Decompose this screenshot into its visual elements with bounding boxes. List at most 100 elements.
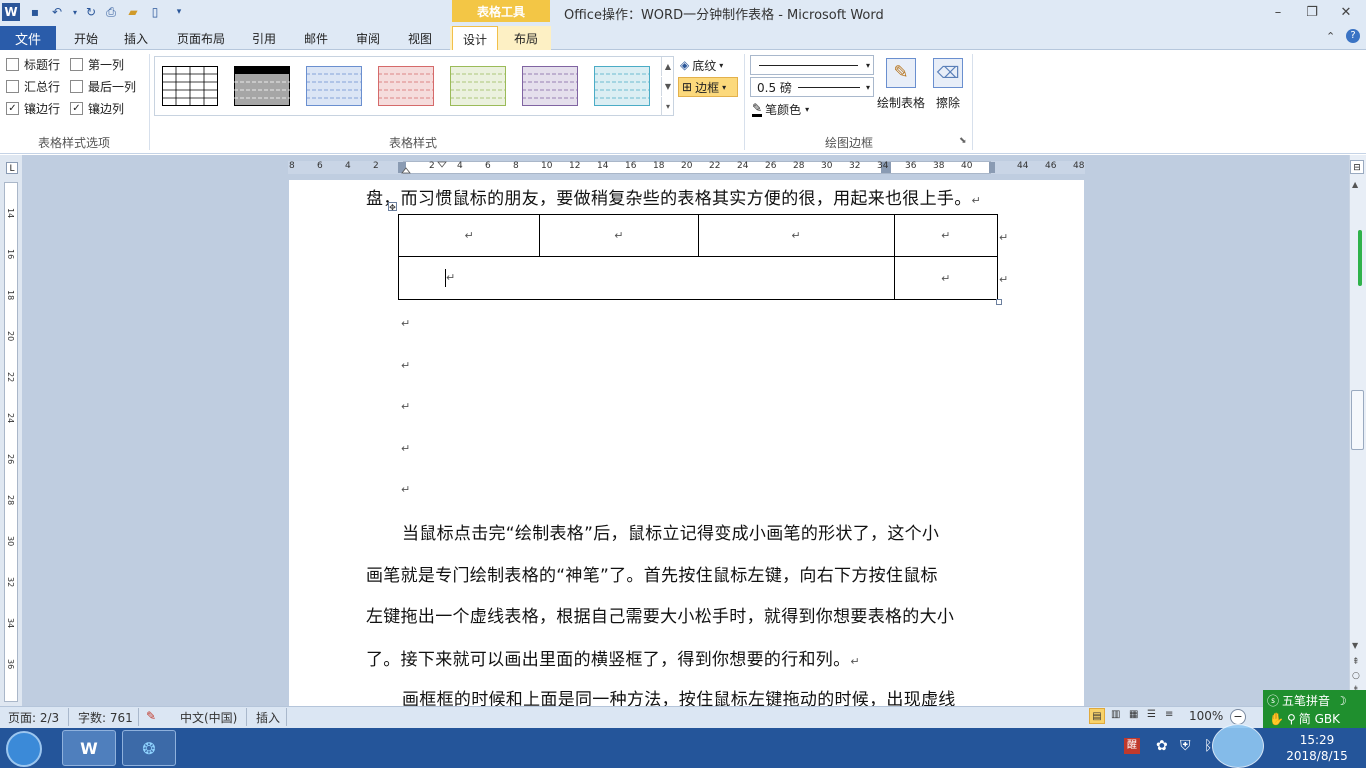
print-icon[interactable]: ⎙ (102, 3, 120, 21)
word-count-status[interactable]: 字数: 761 (78, 709, 133, 726)
redo-icon[interactable]: ↻ (82, 3, 100, 21)
tray-app-icon[interactable]: 醒 (1124, 738, 1140, 754)
view-ruler-icon[interactable]: ⊟ (1350, 160, 1364, 174)
zoom-level[interactable]: 100% (1189, 709, 1223, 723)
browse-object-icon[interactable]: ○ (1352, 671, 1360, 681)
table-cell-merged[interactable]: ↵ (398, 256, 895, 300)
banded-columns-checkbox[interactable]: ✓ 镶边列 (70, 99, 124, 117)
ruler-tick-label: 28 (793, 161, 805, 171)
line-style-combo[interactable]: ▾ (750, 55, 874, 75)
header-row-checkbox[interactable]: 标题行 (6, 55, 60, 73)
draw-table-button[interactable]: ✎ 绘制表格 (876, 58, 926, 110)
web-layout-icon[interactable]: ▦ (1129, 709, 1138, 720)
first-column-checkbox[interactable]: 第一列 (70, 55, 124, 73)
tab-layout[interactable]: 布局 (504, 26, 548, 50)
scroll-down-icon[interactable]: ▼ (1352, 641, 1358, 650)
empty-paragraph-mark: ↵ (401, 359, 411, 372)
ruler-tick-label: 24 (6, 413, 15, 424)
total-row-check (6, 79, 19, 93)
gallery-more-icon[interactable]: ▾ (661, 97, 674, 116)
paragraph-mark: ↵ (850, 655, 860, 668)
tab-home[interactable]: 开始 (64, 26, 108, 50)
shading-button[interactable]: ◈ 底纹 ▾ (680, 55, 738, 75)
ruler-tick-label: 36 (6, 659, 15, 670)
tab-view[interactable]: 视图 (398, 26, 442, 50)
banded-rows-checkbox[interactable]: ✓ 镶边行 (6, 99, 60, 117)
save-icon[interactable]: ▪ (26, 3, 44, 21)
page-count-status[interactable]: 页面: 2/3 (8, 709, 59, 726)
undo-icon[interactable]: ↶ (48, 3, 66, 21)
line-text: 了。接下来就可以画出里面的横竖框了，得到你想要的行和列。 (366, 650, 851, 670)
tray-network-icon[interactable]: ✿ (1156, 738, 1168, 754)
table-resize-handle-icon[interactable] (996, 299, 1002, 305)
minimize-button[interactable]: – (1264, 3, 1292, 21)
scroll-up-icon[interactable]: ▲ (1352, 180, 1358, 189)
status-divider (138, 708, 139, 726)
ime-moon-icon: ☽ (1336, 694, 1347, 708)
taskbar-word[interactable]: W (62, 730, 116, 766)
ruler-tick-label: 38 (933, 161, 945, 171)
language-status[interactable]: 中文(中国) (180, 709, 237, 726)
tab-mailings[interactable]: 邮件 (294, 26, 338, 50)
tab-selector-icon[interactable]: L (6, 162, 18, 174)
taskbar-app-icon[interactable]: ❂ (122, 730, 176, 766)
table-cell[interactable]: ↵ (697, 214, 895, 257)
tray-shield-icon[interactable]: ⛨ (1180, 738, 1191, 754)
new-document-icon[interactable]: ▯ (146, 3, 164, 21)
minimize-ribbon-icon[interactable]: ⌃ (1326, 30, 1335, 43)
customize-toolbar-icon[interactable]: ▾ (170, 3, 188, 21)
window-title: Office操作：WORD一分钟制作表格 - Microsoft Word (564, 8, 884, 23)
table-cell[interactable]: ↵ (893, 214, 998, 257)
insert-mode-status[interactable]: 插入 (256, 709, 280, 726)
table-style-dark[interactable] (234, 66, 290, 106)
proofing-icon[interactable]: ✎ (146, 709, 156, 723)
tray-overlay-bubble-icon[interactable] (1212, 724, 1264, 768)
document-table[interactable]: ↵ ↵ ↵ ↵ ↵ ↵ (397, 214, 998, 300)
table-style-blue[interactable] (306, 66, 362, 106)
outline-view-icon[interactable]: ☰ (1147, 709, 1156, 720)
table-style-red[interactable] (378, 66, 434, 106)
gallery-scroll-down-icon[interactable]: ▼ (661, 77, 674, 96)
full-screen-reading-icon[interactable]: ▥ (1111, 709, 1120, 720)
help-icon[interactable]: ? (1346, 29, 1360, 43)
system-clock[interactable]: 15:29 2018/8/15 (1282, 732, 1352, 764)
table-style-green[interactable] (450, 66, 506, 106)
paragraph-mark: ↵ (446, 271, 456, 284)
table-style-aqua[interactable] (594, 66, 650, 106)
start-button[interactable] (6, 731, 42, 767)
tab-review[interactable]: 审阅 (346, 26, 390, 50)
gallery-scroll-up-icon[interactable]: ▲ (661, 57, 674, 76)
paragraph-line: 盘，而习惯鼠标的朋友，要做稍复杂些的表格其实方便的很，用起来也很上手。↵ (366, 184, 1011, 209)
line-weight-combo[interactable]: 0.5 磅 ▾ (750, 77, 874, 97)
total-row-checkbox[interactable]: 汇总行 (6, 77, 60, 95)
borders-button[interactable]: ⊞ 边框 ▾ (678, 77, 738, 97)
ime-name-row: ⓢ 五笔拼音 ☽ (1267, 692, 1347, 709)
eraser-button[interactable]: ⌫ 擦除 (928, 58, 968, 110)
ruler-tick-label: 48 (1073, 161, 1085, 171)
scroll-thumb[interactable] (1351, 390, 1364, 450)
tab-references[interactable]: 引用 (242, 26, 286, 50)
tab-insert[interactable]: 插入 (114, 26, 158, 50)
ime-toolbar[interactable]: ⓢ 五笔拼音 ☽ ✋ ⚲ 简 GBK (1263, 690, 1366, 728)
restore-button[interactable]: ❐ (1298, 3, 1326, 21)
draft-view-icon[interactable]: ≡ (1165, 709, 1173, 720)
print-layout-view-icon[interactable]: ▤ (1089, 708, 1105, 724)
previous-page-icon[interactable]: ⇞ (1352, 657, 1360, 667)
table-style-purple[interactable] (522, 66, 578, 106)
close-button[interactable]: ✕ (1332, 3, 1360, 21)
last-column-checkbox[interactable]: 最后一列 (70, 77, 136, 95)
tab-file[interactable]: 文件 (0, 26, 56, 50)
table-cell[interactable]: ↵ (397, 214, 541, 257)
open-folder-icon[interactable]: ▰ (124, 3, 142, 21)
word-app-icon[interactable]: W (2, 3, 20, 21)
table-style-grid[interactable] (162, 66, 218, 106)
table-cell[interactable]: ↵ (539, 214, 699, 257)
tab-page-layout[interactable]: 页面布局 (168, 26, 234, 50)
zoom-out-icon[interactable]: − (1230, 709, 1246, 725)
tab-design[interactable]: 设计 (452, 26, 498, 51)
table-cell[interactable]: ↵ (893, 256, 998, 300)
draw-borders-dialog-launcher-icon[interactable]: ⬊ (959, 136, 967, 146)
pen-color-button[interactable]: ✎ 笔颜色 ▾ (752, 99, 822, 119)
first-column-label: 第一列 (88, 57, 125, 72)
table-move-handle-icon[interactable]: ✥ (388, 202, 397, 212)
